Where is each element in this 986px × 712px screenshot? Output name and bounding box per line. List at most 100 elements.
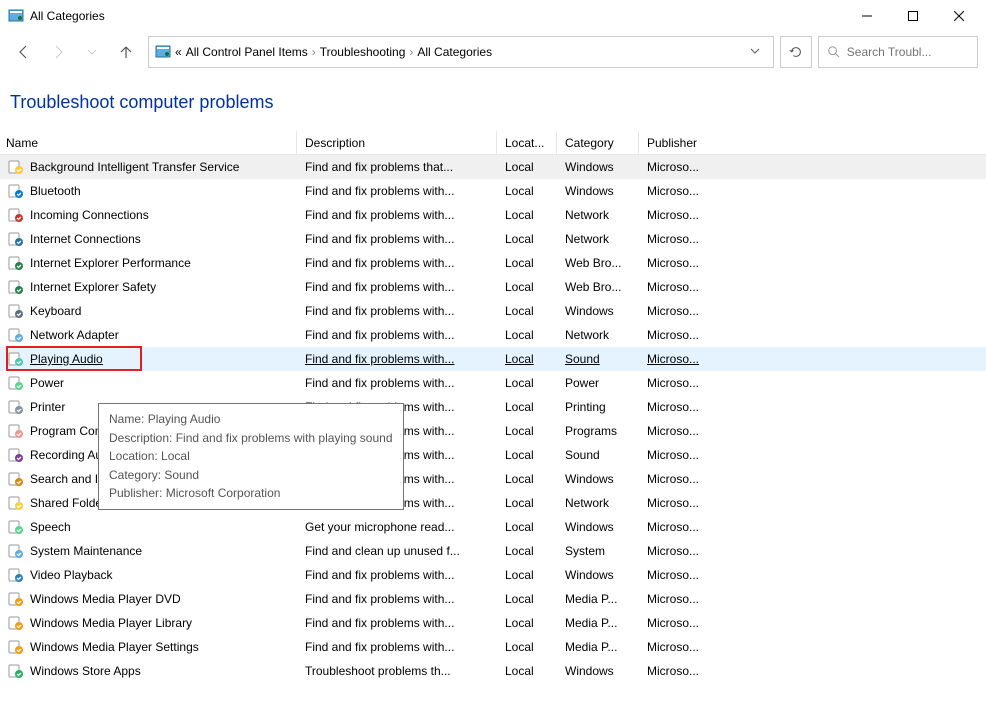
cell-desc: Find and fix problems with... xyxy=(297,592,497,606)
cell-desc: Find and fix problems with... xyxy=(297,208,497,222)
up-button[interactable] xyxy=(110,36,142,68)
table-row[interactable]: Internet Explorer PerformanceFind and fi… xyxy=(0,251,986,275)
cell-pub: Microso... xyxy=(639,640,719,654)
cell-desc: Get your microphone read... xyxy=(297,520,497,534)
chevron-right-icon[interactable]: › xyxy=(409,45,413,59)
item-icon xyxy=(8,303,24,319)
recent-dropdown[interactable] xyxy=(76,36,108,68)
column-publisher[interactable]: Publisher xyxy=(639,131,719,154)
minimize-button[interactable] xyxy=(844,0,890,32)
search-icon xyxy=(827,44,841,60)
cell-cat: Network xyxy=(557,496,639,510)
table-row[interactable]: SpeechGet your microphone read...LocalWi… xyxy=(0,515,986,539)
back-button[interactable] xyxy=(8,36,40,68)
cell-loc: Local xyxy=(497,472,557,486)
item-icon xyxy=(8,663,24,679)
cell-cat: Windows xyxy=(557,184,639,198)
table-row[interactable]: Windows Media Player LibraryFind and fix… xyxy=(0,611,986,635)
cell-name: Internet Explorer Safety xyxy=(0,279,297,295)
table-row[interactable]: BluetoothFind and fix problems with...Lo… xyxy=(0,179,986,203)
table-row[interactable]: Windows Store AppsTroubleshoot problems … xyxy=(0,659,986,683)
close-button[interactable] xyxy=(936,0,982,32)
breadcrumb-item[interactable]: Troubleshooting xyxy=(320,45,406,59)
table-row[interactable]: System MaintenanceFind and clean up unus… xyxy=(0,539,986,563)
table-row[interactable]: Background Intelligent Transfer ServiceF… xyxy=(0,155,986,179)
column-location[interactable]: Locat... xyxy=(497,131,557,154)
table-row[interactable]: Network AdapterFind and fix problems wit… xyxy=(0,323,986,347)
tooltip: Name: Playing Audio Description: Find an… xyxy=(98,403,404,510)
table-row[interactable]: Internet Explorer SafetyFind and fix pro… xyxy=(0,275,986,299)
table-row[interactable]: Windows Media Player SettingsFind and fi… xyxy=(0,635,986,659)
column-name[interactable]: Name xyxy=(0,131,297,154)
column-category[interactable]: Category xyxy=(557,131,639,154)
breadcrumb-item[interactable]: All Control Panel Items xyxy=(186,45,308,59)
cell-pub: Microso... xyxy=(639,664,719,678)
window-title: All Categories xyxy=(30,9,844,23)
titlebar: All Categories xyxy=(0,0,986,32)
table-row[interactable]: KeyboardFind and fix problems with...Loc… xyxy=(0,299,986,323)
item-icon xyxy=(8,495,24,511)
cell-pub: Microso... xyxy=(639,352,719,366)
table-row[interactable]: PowerFind and fix problems with...LocalP… xyxy=(0,371,986,395)
cell-loc: Local xyxy=(497,664,557,678)
cell-loc: Local xyxy=(497,592,557,606)
cell-cat: Windows xyxy=(557,160,639,174)
cell-loc: Local xyxy=(497,256,557,270)
item-icon xyxy=(8,423,24,439)
table-row[interactable]: Video PlaybackFind and fix problems with… xyxy=(0,563,986,587)
table-row[interactable]: Playing AudioFind and fix problems with.… xyxy=(0,347,986,371)
cell-pub: Microso... xyxy=(639,568,719,582)
cell-pub: Microso... xyxy=(639,496,719,510)
cell-pub: Microso... xyxy=(639,256,719,270)
cell-pub: Microso... xyxy=(639,448,719,462)
cell-pub: Microso... xyxy=(639,304,719,318)
item-icon xyxy=(8,255,24,271)
item-icon xyxy=(8,591,24,607)
forward-button[interactable] xyxy=(42,36,74,68)
breadcrumb-dropdown[interactable] xyxy=(743,45,767,59)
cell-loc: Local xyxy=(497,352,557,366)
search-input[interactable] xyxy=(847,45,969,59)
breadcrumb-overflow[interactable]: « xyxy=(175,45,182,59)
cell-loc: Local xyxy=(497,232,557,246)
item-icon xyxy=(8,399,24,415)
cell-pub: Microso... xyxy=(639,280,719,294)
cell-desc: Find and fix problems with... xyxy=(297,256,497,270)
cell-loc: Local xyxy=(497,424,557,438)
cell-cat: Web Bro... xyxy=(557,256,639,270)
cell-name: Video Playback xyxy=(0,567,297,583)
item-icon xyxy=(8,471,24,487)
chevron-right-icon[interactable]: › xyxy=(312,45,316,59)
column-description[interactable]: Description xyxy=(297,131,497,154)
item-icon xyxy=(8,375,24,391)
item-icon xyxy=(8,159,24,175)
cell-cat: Windows xyxy=(557,304,639,318)
table-row[interactable]: Incoming ConnectionsFind and fix problem… xyxy=(0,203,986,227)
refresh-button[interactable] xyxy=(780,36,812,68)
maximize-button[interactable] xyxy=(890,0,936,32)
cell-cat: Power xyxy=(557,376,639,390)
cell-pub: Microso... xyxy=(639,184,719,198)
cell-desc: Find and fix problems with... xyxy=(297,352,497,366)
cell-cat: Sound xyxy=(557,448,639,462)
cell-cat: Windows xyxy=(557,664,639,678)
item-icon xyxy=(8,327,24,343)
table-row[interactable]: Windows Media Player DVDFind and fix pro… xyxy=(0,587,986,611)
cell-name: Windows Store Apps xyxy=(0,663,297,679)
control-panel-icon xyxy=(155,44,171,60)
cell-name: Incoming Connections xyxy=(0,207,297,223)
cell-pub: Microso... xyxy=(639,592,719,606)
breadcrumb-item[interactable]: All Categories xyxy=(417,45,492,59)
cell-cat: Web Bro... xyxy=(557,280,639,294)
item-icon xyxy=(8,183,24,199)
cell-pub: Microso... xyxy=(639,208,719,222)
breadcrumb[interactable]: « All Control Panel Items › Troubleshoot… xyxy=(148,36,774,68)
cell-cat: Network xyxy=(557,232,639,246)
cell-desc: Find and fix problems with... xyxy=(297,232,497,246)
cell-cat: Network xyxy=(557,208,639,222)
item-icon xyxy=(8,567,24,583)
item-icon xyxy=(8,543,24,559)
cell-name: Playing Audio xyxy=(0,351,297,367)
table-row[interactable]: Internet ConnectionsFind and fix problem… xyxy=(0,227,986,251)
search-box[interactable] xyxy=(818,36,978,68)
